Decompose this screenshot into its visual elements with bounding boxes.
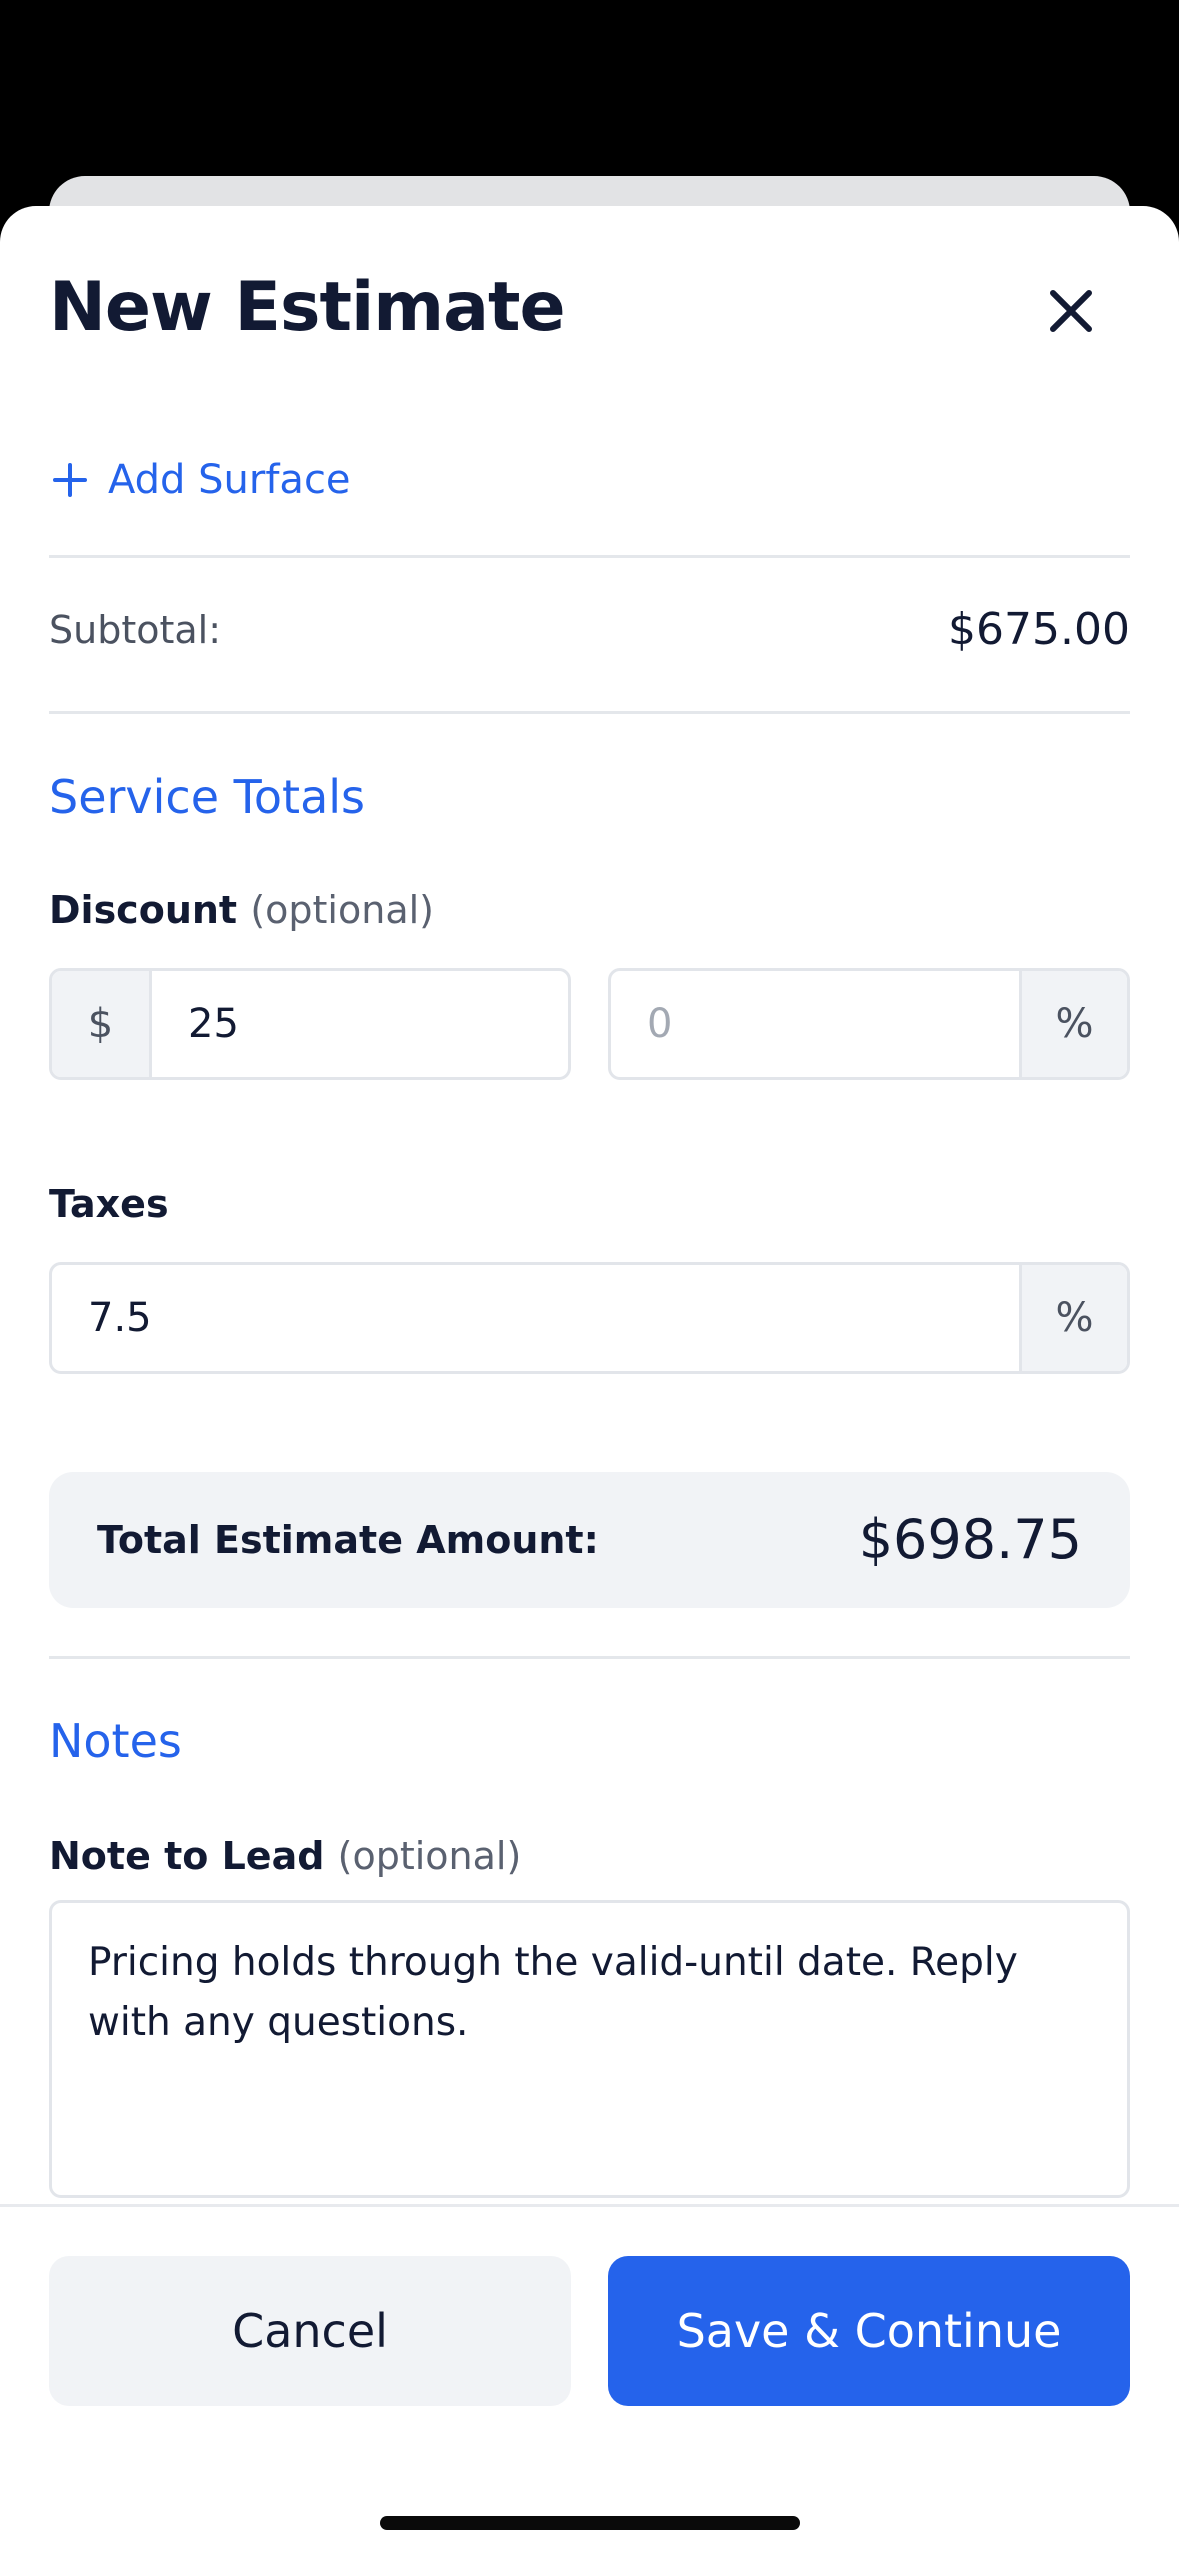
- note-label-text: Note to Lead: [49, 1834, 325, 1878]
- close-button[interactable]: [1040, 280, 1102, 342]
- total-estimate-label: Total Estimate Amount:: [97, 1518, 599, 1562]
- note-to-lead-label: Note to Lead (optional): [49, 1834, 521, 1878]
- plus-icon: [53, 463, 87, 497]
- discount-label: Discount (optional): [49, 888, 434, 932]
- save-continue-button[interactable]: Save & Continue: [608, 2256, 1130, 2406]
- taxes-input[interactable]: [52, 1265, 1019, 1371]
- footer-divider: [0, 2204, 1179, 2207]
- page-title: New Estimate: [49, 268, 566, 347]
- subtotal-value: $675.00: [948, 604, 1130, 655]
- taxes-label: Taxes: [49, 1182, 169, 1226]
- add-surface-button[interactable]: Add Surface: [52, 448, 351, 512]
- notes-heading: Notes: [49, 1714, 182, 1768]
- divider: [49, 555, 1130, 558]
- discount-percent-group: %: [608, 968, 1130, 1080]
- cancel-button[interactable]: Cancel: [49, 2256, 571, 2406]
- divider: [49, 711, 1130, 714]
- subtotal-label: Subtotal:: [49, 608, 222, 652]
- taxes-group: %: [49, 1262, 1130, 1374]
- total-estimate-box: Total Estimate Amount: $698.75: [49, 1472, 1130, 1608]
- discount-optional-text: (optional): [250, 888, 434, 932]
- discount-amount-group: $: [49, 968, 571, 1080]
- note-optional-text: (optional): [337, 1834, 522, 1878]
- add-surface-label: Add Surface: [108, 457, 351, 503]
- divider: [49, 1656, 1130, 1659]
- discount-label-text: Discount: [49, 888, 238, 932]
- percent-addon: %: [1019, 971, 1127, 1077]
- close-icon: [1050, 290, 1092, 332]
- currency-addon: $: [52, 971, 152, 1077]
- taxes-percent-addon: %: [1019, 1265, 1127, 1371]
- discount-amount-input[interactable]: [152, 971, 568, 1077]
- home-indicator: [380, 2516, 800, 2530]
- discount-percent-input[interactable]: [611, 971, 1019, 1077]
- total-estimate-value: $698.75: [858, 1508, 1082, 1571]
- service-totals-heading: Service Totals: [49, 770, 366, 824]
- note-to-lead-textarea[interactable]: Pricing holds through the valid-until da…: [49, 1900, 1130, 2198]
